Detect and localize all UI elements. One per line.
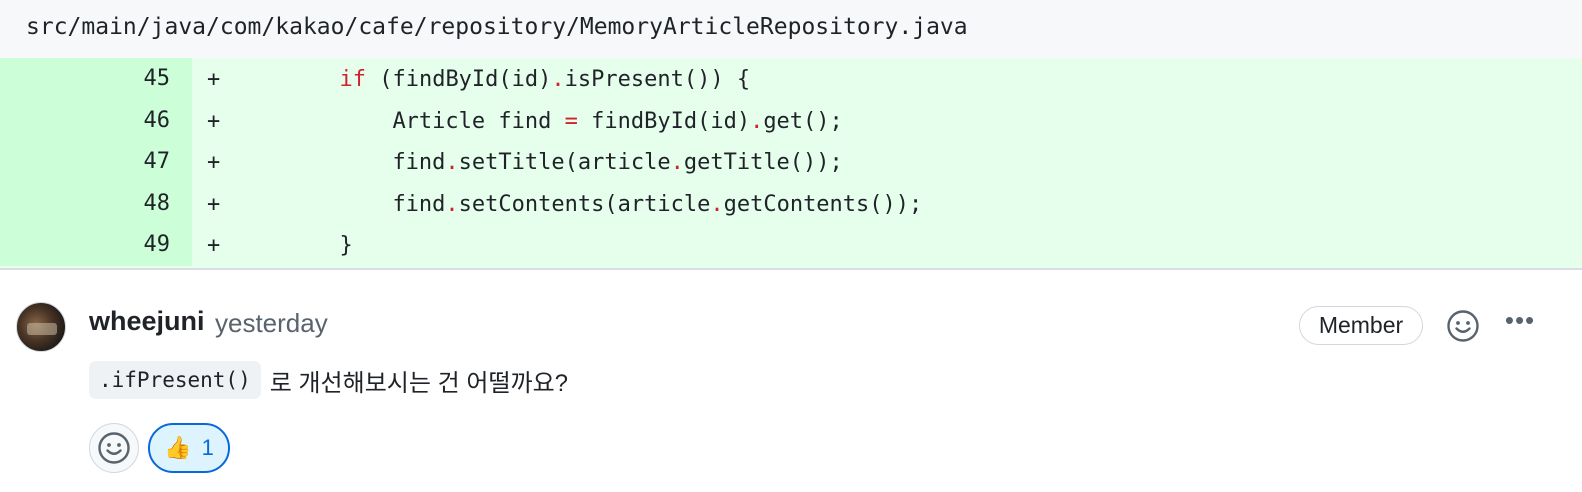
diff-line: 47 + find.setTitle(article.getTitle()); [0, 141, 1582, 183]
code-text: } [339, 233, 353, 259]
comment-text: 로 개선해보시는 건 어떨까요? [269, 369, 569, 397]
code-line: + Article find = findById(id).get(); [207, 100, 843, 142]
line-gutter[interactable]: 47 [0, 141, 192, 183]
comment-author[interactable]: wheejuni [89, 306, 205, 337]
line-gutter[interactable]: 46 [0, 99, 192, 142]
comment-body: .ifPresent() 로 개선해보시는 건 어떨까요? [89, 360, 568, 400]
kebab-icon: ••• [1504, 305, 1536, 335]
diff-line: 46 + Article find = findById(id).get(); [0, 99, 1582, 142]
code-text: find [392, 150, 446, 176]
line-number: 49 [143, 232, 171, 258]
code-text: (findById(id) [365, 67, 552, 92]
code-line: + find.setTitle(article.getTitle()); [207, 141, 843, 183]
diff-marker: + [207, 108, 221, 134]
code-text: getContents()); [723, 191, 923, 217]
code-line: + find.setContents(article.getContents()… [207, 183, 922, 225]
add-reaction-icon-button[interactable] [1446, 309, 1480, 343]
code-operator: . [445, 191, 459, 217]
smiley-icon [1447, 310, 1479, 342]
code-text: isPresent()) { [564, 67, 751, 92]
code-operator: . [710, 191, 724, 217]
thumbs-up-icon: 👍 [164, 435, 192, 460]
keyword: if [339, 67, 366, 92]
diff-marker: + [207, 67, 221, 92]
code-text: getTitle()); [683, 150, 843, 176]
line-number: 46 [143, 107, 171, 133]
diff-line: 48 + find.setContents(article.getContent… [0, 182, 1582, 225]
line-gutter[interactable]: 49 [0, 224, 192, 266]
member-badge: Member [1299, 306, 1423, 345]
code-operator: . [670, 150, 684, 176]
thumbs-up-reaction[interactable]: 👍 1 [148, 423, 230, 473]
review-comment: wheejuni yesterday Member ••• .ifPresent… [0, 272, 1582, 492]
code-operator: . [445, 150, 459, 176]
code-operator: = [564, 108, 578, 134]
code-line: + if (findById(id).isPresent()) { [207, 58, 750, 100]
code-operator: . [750, 108, 764, 134]
smiley-icon [98, 432, 130, 464]
code-text: findById(id) [577, 108, 751, 134]
inline-code: .ifPresent() [89, 361, 261, 399]
code-operator: . [551, 67, 565, 92]
code-text: Article find [392, 108, 565, 134]
file-path-header[interactable]: src/main/java/com/kakao/cafe/repository/… [0, 0, 1582, 58]
file-path: src/main/java/com/kakao/cafe/repository/… [26, 14, 968, 40]
diff-marker: + [207, 191, 221, 217]
line-gutter[interactable]: 45 [0, 58, 192, 100]
more-options-button[interactable]: ••• [1502, 307, 1538, 343]
comment-timestamp[interactable]: yesterday [215, 308, 328, 339]
line-number: 45 [143, 66, 171, 91]
diff-line: 45 + if (findById(id).isPresent()) { [0, 58, 1582, 100]
code-text: setTitle(article [458, 150, 671, 176]
diff-hunk: 45 + if (findById(id).isPresent()) { 46 … [0, 58, 1582, 270]
diff-marker: + [207, 233, 221, 259]
avatar[interactable] [16, 302, 66, 352]
code-text: find [392, 191, 446, 217]
code-line: + } [207, 224, 353, 266]
line-gutter[interactable]: 48 [0, 182, 192, 225]
diff-line: 49 + } [0, 224, 1582, 266]
add-reaction-button[interactable] [89, 423, 139, 473]
code-text: get(); [763, 108, 843, 134]
line-number: 47 [143, 149, 171, 175]
code-text: setContents(article [458, 191, 711, 217]
diff-marker: + [207, 150, 221, 176]
reaction-count: 1 [201, 435, 214, 460]
line-number: 48 [143, 190, 171, 216]
